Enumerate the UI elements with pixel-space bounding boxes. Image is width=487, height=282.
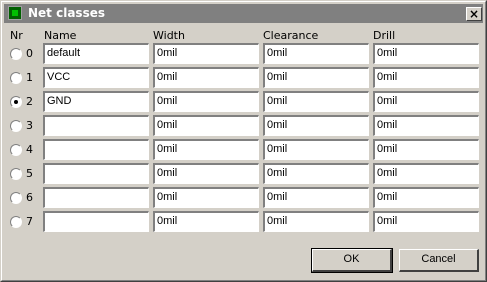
name-field[interactable]: default [43, 43, 149, 64]
row-select-radio[interactable] [10, 72, 22, 84]
width-field[interactable]: 0mil [153, 91, 259, 112]
row-select-radio[interactable] [10, 48, 22, 60]
row-number: 4 [26, 143, 33, 156]
drill-field[interactable]: 0mil [373, 211, 479, 232]
row-number: 0 [26, 47, 33, 60]
row-number: 6 [26, 191, 33, 204]
net-class-row: 3 0mil 0mil 0mil [1, 114, 486, 136]
width-field[interactable]: 0mil [153, 115, 259, 136]
clearance-field[interactable]: 0mil [263, 43, 369, 64]
net-class-row: 4 0mil 0mil 0mil [1, 138, 486, 160]
net-class-row: 6 0mil 0mil 0mil [1, 186, 486, 208]
header-clearance: Clearance [263, 29, 319, 42]
width-field[interactable]: 0mil [153, 43, 259, 64]
name-field[interactable] [43, 139, 149, 160]
header-nr: Nr [10, 29, 23, 42]
clearance-field[interactable]: 0mil [263, 211, 369, 232]
name-field[interactable] [43, 211, 149, 232]
drill-field[interactable]: 0mil [373, 67, 479, 88]
drill-field[interactable]: 0mil [373, 187, 479, 208]
row-number: 3 [26, 119, 33, 132]
name-field[interactable]: VCC [43, 67, 149, 88]
row-select-radio[interactable] [10, 144, 22, 156]
net-class-row: 5 0mil 0mil 0mil [1, 162, 486, 184]
cancel-button[interactable]: Cancel [399, 249, 479, 272]
app-icon [8, 6, 22, 20]
net-classes-dialog: Net classes × Nr Name Width Clearance Dr… [0, 0, 487, 282]
header-name: Name [44, 29, 77, 42]
drill-field[interactable]: 0mil [373, 139, 479, 160]
clearance-field[interactable]: 0mil [263, 115, 369, 136]
name-field[interactable] [43, 115, 149, 136]
name-field[interactable]: GND [43, 91, 149, 112]
net-class-row: 1 VCC 0mil 0mil 0mil [1, 66, 486, 88]
width-field[interactable]: 0mil [153, 67, 259, 88]
drill-field[interactable]: 0mil [373, 91, 479, 112]
name-field[interactable] [43, 187, 149, 208]
width-field[interactable]: 0mil [153, 163, 259, 184]
clearance-field[interactable]: 0mil [263, 187, 369, 208]
net-class-row: 0 default 0mil 0mil 0mil [1, 42, 486, 64]
row-number: 5 [26, 167, 33, 180]
row-select-radio[interactable] [10, 216, 22, 228]
clearance-field[interactable]: 0mil [263, 139, 369, 160]
header-width: Width [153, 29, 185, 42]
row-select-radio[interactable] [10, 168, 22, 180]
header-drill: Drill [373, 29, 396, 42]
name-field[interactable] [43, 163, 149, 184]
clearance-field[interactable]: 0mil [263, 163, 369, 184]
drill-field[interactable]: 0mil [373, 163, 479, 184]
net-class-row: 7 0mil 0mil 0mil [1, 210, 486, 232]
net-class-row: 2 GND 0mil 0mil 0mil [1, 90, 486, 112]
width-field[interactable]: 0mil [153, 139, 259, 160]
row-select-radio[interactable] [10, 120, 22, 132]
width-field[interactable]: 0mil [153, 211, 259, 232]
close-button[interactable]: × [466, 7, 482, 21]
clearance-field[interactable]: 0mil [263, 91, 369, 112]
window-title: Net classes [28, 6, 105, 20]
row-number: 7 [26, 215, 33, 228]
row-number: 1 [26, 71, 33, 84]
row-number: 2 [26, 95, 33, 108]
row-select-radio[interactable] [10, 96, 22, 108]
drill-field[interactable]: 0mil [373, 115, 479, 136]
row-select-radio[interactable] [10, 192, 22, 204]
ok-button[interactable]: OK [311, 248, 393, 273]
close-icon: × [468, 7, 480, 21]
drill-field[interactable]: 0mil [373, 43, 479, 64]
width-field[interactable]: 0mil [153, 187, 259, 208]
title-bar[interactable]: Net classes × [4, 4, 483, 23]
clearance-field[interactable]: 0mil [263, 67, 369, 88]
